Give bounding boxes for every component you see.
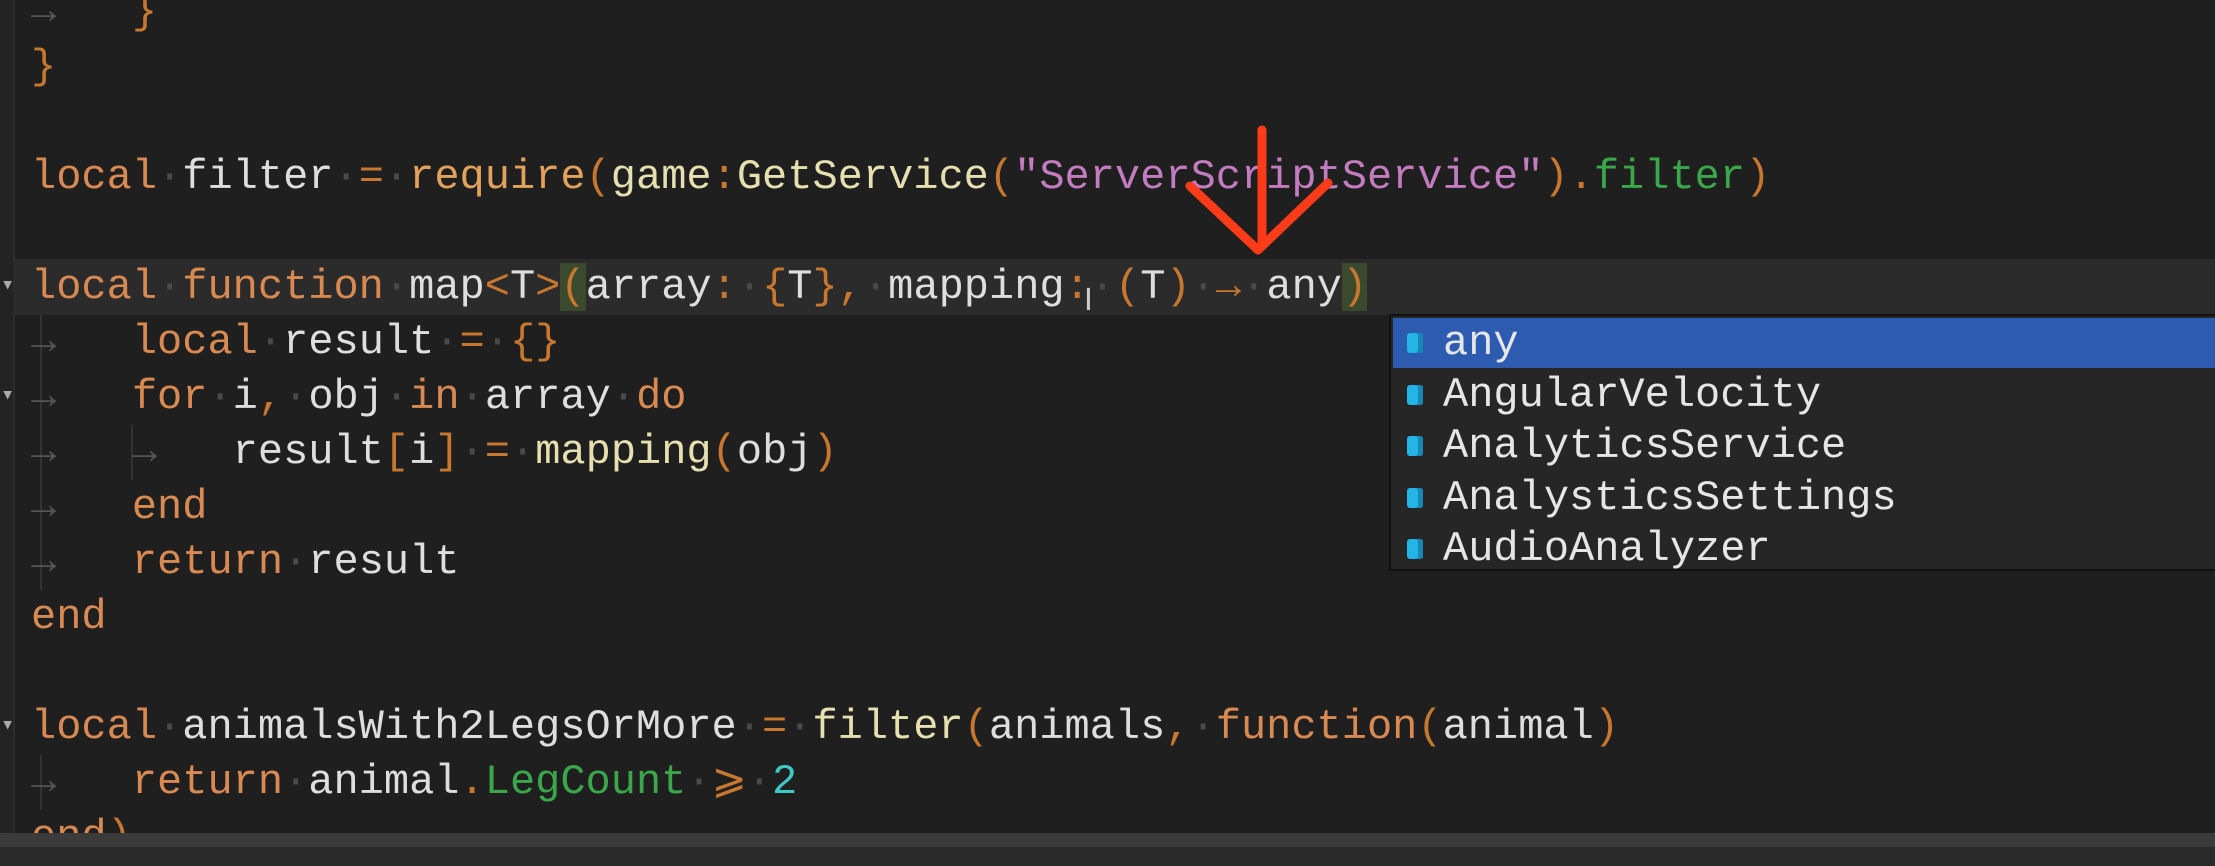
autocomplete-popup: any AngularVelocity AnalyticsService Analys… [1389,314,2215,574]
autocomplete-item-label: any [1443,319,1519,367]
autocomplete-item[interactable]: AnalysticsSettings [1393,473,2215,523]
class-cube-icon [1407,333,1423,353]
autocomplete-item-label: AngularVelocity [1443,370,1822,419]
autocomplete-item[interactable]: any [1393,318,2215,368]
autocomplete-item[interactable]: AngularVelocity [1393,370,2215,420]
autocomplete-item[interactable]: AudioAnalyzer [1393,524,2215,574]
autocomplete-item[interactable]: AnalyticsService [1393,421,2215,471]
class-cube-icon [1407,487,1423,508]
autocomplete-item-label: AnalysticsSettings [1443,473,1897,522]
class-cube-icon [1407,436,1423,456]
bottom-panel-bar [0,833,2215,866]
autocomplete-item-label: AudioAnalyzer [1443,525,1771,573]
autocomplete-item-label: AnalyticsService [1443,422,1847,470]
class-cube-icon [1407,384,1423,405]
class-cube-icon [1407,539,1423,559]
